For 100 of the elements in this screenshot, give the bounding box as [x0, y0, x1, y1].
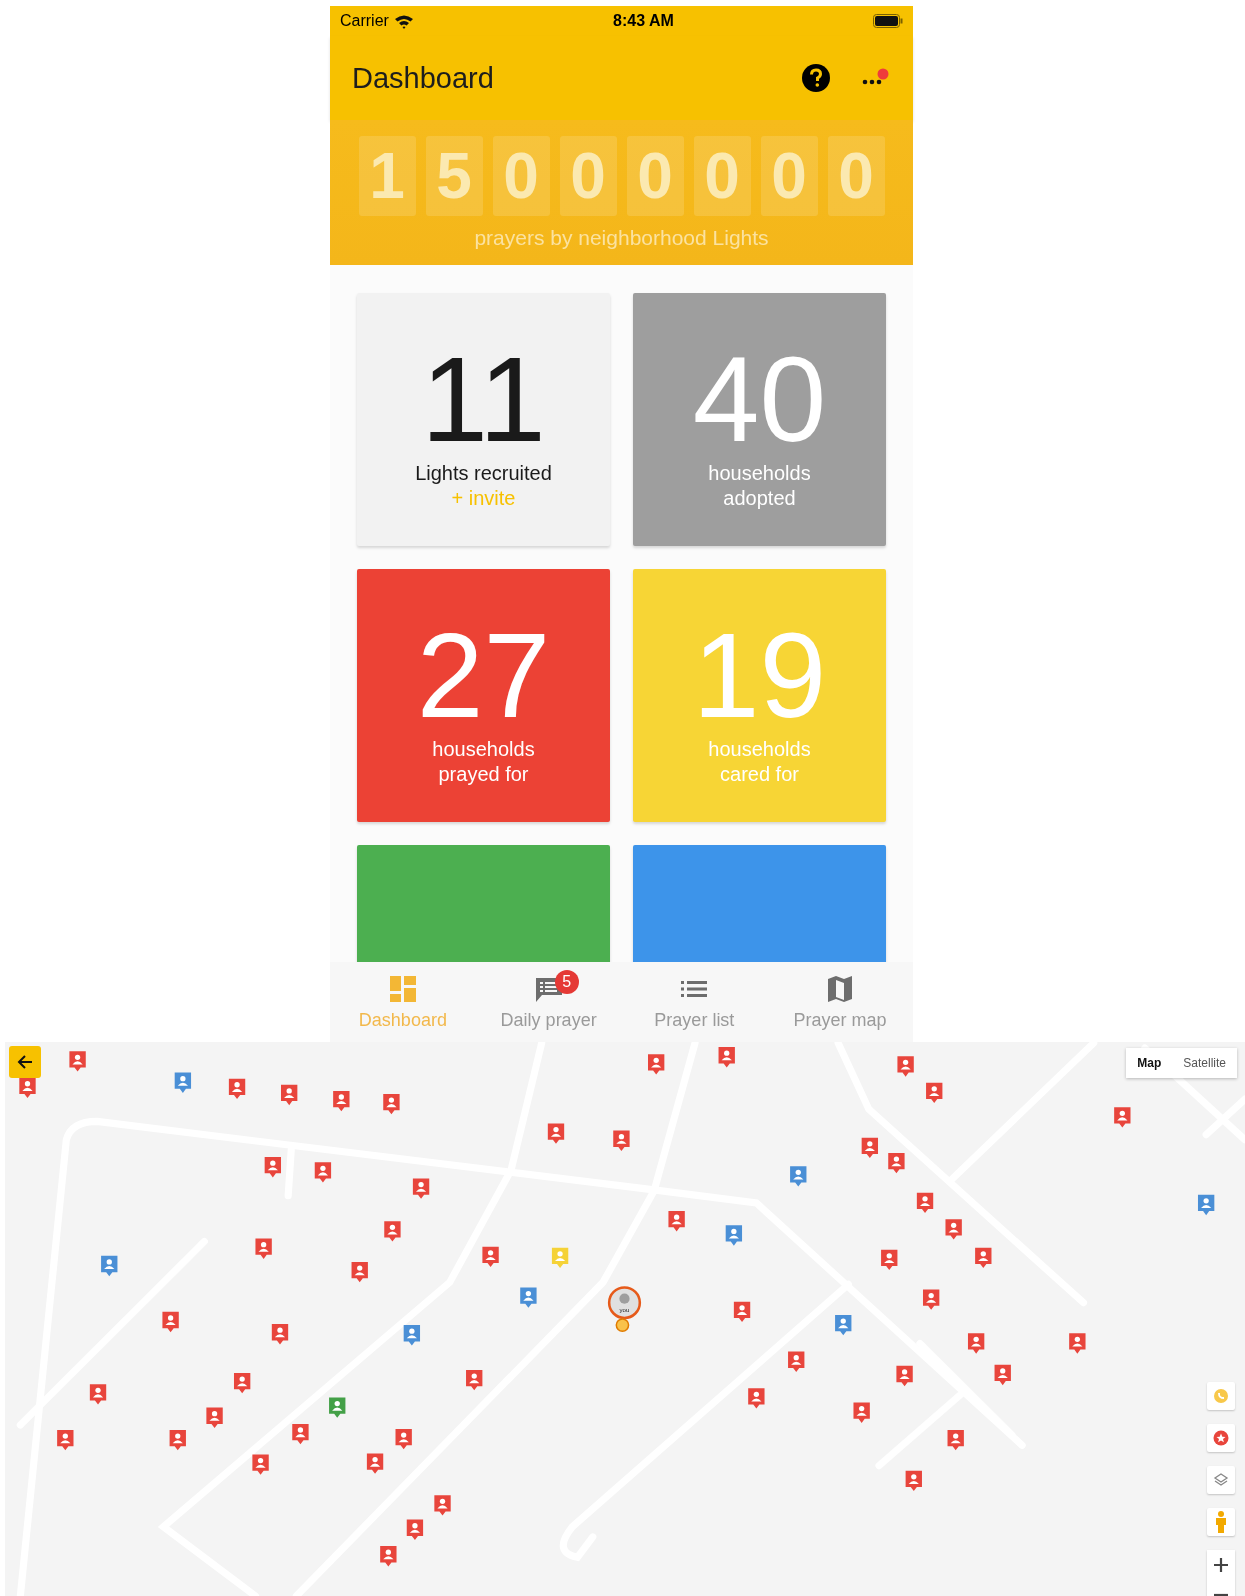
person-pin-icon[interactable]	[788, 1351, 805, 1372]
person-pin-icon[interactable]	[888, 1153, 905, 1174]
person-pin-icon[interactable]	[264, 1157, 281, 1178]
person-pin-icon[interactable]	[926, 1082, 943, 1104]
person-pin-icon[interactable]	[234, 1372, 251, 1394]
stat-tile[interactable]: 27 households prayed for	[357, 569, 610, 822]
stat-label: prayed for	[438, 762, 529, 787]
tab[interactable]: Prayer list	[621, 962, 768, 1042]
person-pin-icon[interactable]	[897, 1056, 914, 1077]
counter-digit: 5	[425, 135, 483, 216]
counter-digit: 0	[827, 135, 885, 216]
person-pin-icon[interactable]	[547, 1123, 565, 1144]
person-pin-icon[interactable]	[994, 1364, 1011, 1386]
person-pin-icon[interactable]	[923, 1289, 940, 1310]
person-pin-icon[interactable]	[384, 1221, 401, 1242]
location-icon	[615, 1318, 630, 1332]
person-pin-icon[interactable]	[861, 1137, 878, 1159]
back-button[interactable]	[9, 1046, 41, 1078]
person-pin-icon[interactable]	[314, 1162, 332, 1183]
person-pin-icon[interactable]	[174, 1072, 192, 1093]
stat-label: households	[708, 737, 811, 762]
person-pin-icon[interactable]	[896, 1365, 913, 1387]
person-pin-icon[interactable]	[292, 1423, 309, 1445]
counter-digit: 0	[492, 135, 550, 216]
person-pin-icon[interactable]	[395, 1429, 412, 1450]
counter-digit: 0	[760, 135, 818, 216]
person-pin-icon[interactable]	[206, 1407, 223, 1428]
person-pin-icon[interactable]	[881, 1249, 898, 1271]
person-pin-icon[interactable]	[69, 1051, 86, 1072]
street-view-button[interactable]	[1207, 1508, 1235, 1536]
phone-icon	[1213, 1388, 1229, 1404]
person-pin-icon[interactable]	[520, 1287, 537, 1308]
stat-label: households	[708, 461, 811, 486]
person-pin-icon[interactable]	[281, 1084, 298, 1106]
person-pin-icon[interactable]	[252, 1454, 269, 1475]
map-type-button[interactable]: Map	[1126, 1048, 1173, 1078]
person-pin-icon[interactable]	[718, 1047, 735, 1068]
star-icon	[1213, 1430, 1229, 1446]
person-pin-icon[interactable]	[255, 1238, 272, 1259]
person-pin-icon[interactable]	[57, 1430, 74, 1451]
stat-label: adopted	[723, 486, 796, 511]
person-pin-icon[interactable]	[790, 1166, 807, 1187]
stat-number: 11	[421, 337, 546, 461]
person-pin-icon[interactable]	[1198, 1194, 1215, 1216]
person-pin-icon[interactable]	[853, 1402, 870, 1423]
battery-icon	[873, 14, 903, 28]
person-pin-icon[interactable]	[947, 1430, 964, 1451]
stat-tile[interactable]: 11 Lights recruited + invite	[357, 293, 610, 546]
page-title: Dashboard	[352, 61, 494, 95]
person-pin-icon[interactable]	[668, 1211, 685, 1232]
person-pin-icon[interactable]	[383, 1093, 400, 1115]
person-pin-icon[interactable]	[905, 1470, 922, 1492]
person-pin-icon[interactable]	[725, 1225, 743, 1246]
layers-button[interactable]	[1207, 1466, 1235, 1494]
person-pin-icon[interactable]	[380, 1546, 397, 1567]
back-arrow-icon	[16, 1053, 34, 1071]
wifi-icon	[393, 13, 414, 29]
person-pin-icon[interactable]	[835, 1314, 852, 1336]
stat-label: households	[432, 737, 535, 762]
invite-link[interactable]: + invite	[451, 486, 516, 511]
zoom-in-button[interactable]	[1207, 1550, 1235, 1580]
person-pin-icon[interactable]	[967, 1333, 985, 1354]
person-pin-icon[interactable]	[916, 1192, 934, 1214]
help-icon[interactable]	[801, 63, 831, 93]
person-pin-icon[interactable]	[366, 1453, 384, 1474]
person-pin-icon[interactable]	[101, 1255, 118, 1277]
person-pin-icon[interactable]	[228, 1078, 246, 1100]
person-pin-icon[interactable]	[482, 1246, 499, 1268]
stat-number: 27	[416, 613, 551, 737]
person-pin-icon[interactable]	[434, 1495, 451, 1516]
person-pin-icon[interactable]	[333, 1090, 350, 1112]
person-pin-icon[interactable]	[412, 1178, 430, 1199]
person-pin-icon[interactable]	[271, 1324, 289, 1345]
person-pin-icon[interactable]	[329, 1397, 346, 1418]
tab[interactable]: 5 Daily prayer	[475, 962, 622, 1042]
stat-tile[interactable]: 19 households cared for	[633, 569, 886, 822]
tab[interactable]: Prayer map	[767, 962, 913, 1042]
person-pin-icon[interactable]	[613, 1130, 630, 1151]
person-pin-icon[interactable]	[466, 1369, 483, 1391]
map-icon	[828, 975, 853, 1002]
person-pin-icon[interactable]	[406, 1519, 424, 1540]
person-pin-icon[interactable]	[733, 1301, 751, 1323]
person-pin-icon[interactable]	[89, 1384, 107, 1405]
person-pin-icon[interactable]	[1114, 1107, 1131, 1128]
person-pin-icon[interactable]	[945, 1219, 962, 1240]
person-pin-icon[interactable]	[19, 1077, 36, 1098]
person-pin-icon[interactable]	[169, 1430, 186, 1451]
person-pin-icon[interactable]	[403, 1325, 421, 1346]
tab[interactable]: Dashboard	[330, 962, 476, 1042]
favorite-button[interactable]	[1207, 1424, 1235, 1452]
person-pin-icon[interactable]	[748, 1388, 765, 1409]
stat-label: Lights recruited	[415, 461, 552, 486]
person-pin-icon[interactable]	[162, 1311, 179, 1333]
counter-digit: 0	[559, 135, 617, 216]
map-type-button[interactable]: Satellite	[1172, 1048, 1237, 1078]
person-pin-icon[interactable]	[351, 1261, 368, 1283]
person-pin-icon[interactable]	[1069, 1333, 1086, 1354]
person-pin-icon[interactable]	[648, 1054, 665, 1075]
person-pin-icon[interactable]	[975, 1247, 992, 1269]
stat-tile[interactable]: 40 households adopted	[633, 293, 886, 546]
